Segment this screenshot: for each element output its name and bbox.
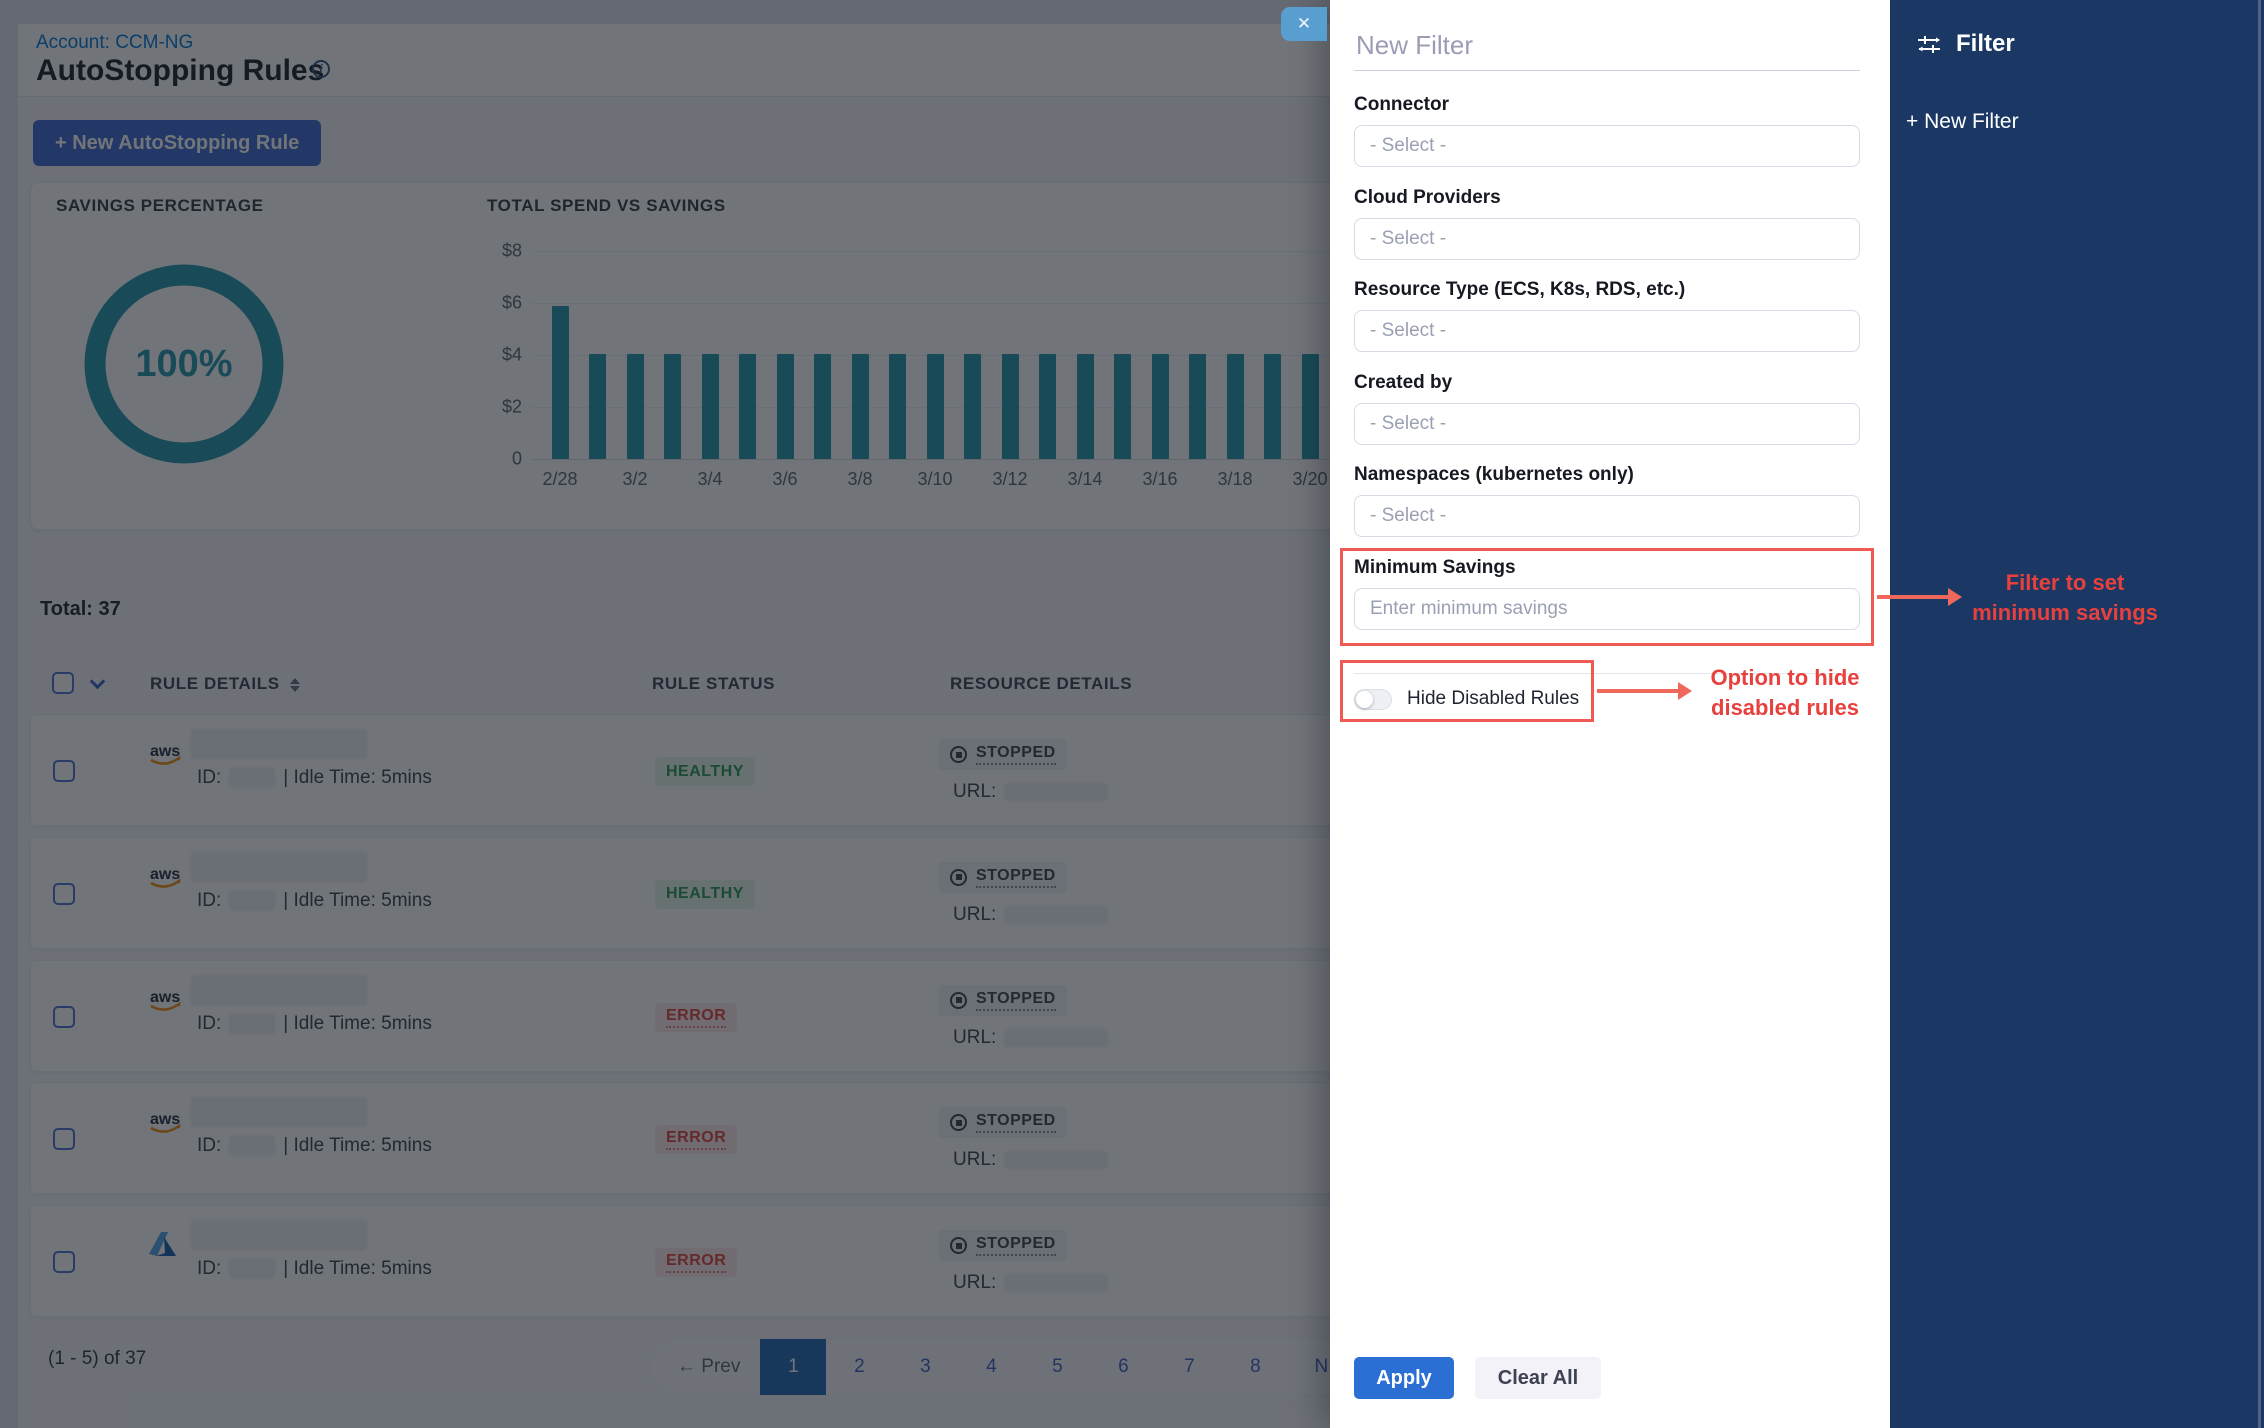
field-label: Cloud Providers [1354,187,1860,209]
select-input[interactable]: - Select - [1354,495,1860,537]
annotation-line: Option to hide [1693,663,1877,693]
select-input[interactable]: - Select - [1354,310,1860,352]
annotation-line: Filter to set [1950,568,2180,598]
annotation-arrow-minimum-savings [1877,595,1949,599]
filter-field-created-by: Created by - Select - [1354,372,1860,445]
filter-sliders-icon [1916,31,1943,58]
annotation-arrow-hide-disabled [1597,689,1679,693]
annotation-text-minimum-savings: Filter to set minimum savings [1950,568,2180,628]
annotation-line: disabled rules [1693,693,1877,723]
annotation-line: minimum savings [1950,598,2180,628]
filter-field-namespaces-kubernetes-only: Namespaces (kubernetes only) - Select - [1354,464,1860,537]
select-input[interactable]: - Select - [1354,125,1860,167]
autostopping-rules-page: Account: CCM-NG AutoStopping Rules i + N… [0,0,2264,1428]
annotation-box-minimum-savings [1340,548,1874,646]
filter-sidebar: Filter + New Filter [1890,0,2264,1428]
field-label: Resource Type (ECS, K8s, RDS, etc.) [1354,279,1860,301]
select-input[interactable]: - Select - [1354,218,1860,260]
filter-field-connector: Connector - Select - [1354,94,1860,167]
close-drawer-button[interactable]: ✕ [1281,7,1327,41]
filter-field-resource-type-ecs-k8s-rds-etc: Resource Type (ECS, K8s, RDS, etc.) - Sel… [1354,279,1860,352]
select-input[interactable]: - Select - [1354,403,1860,445]
sidebar-scrollbar[interactable] [2258,0,2261,1428]
apply-button[interactable]: Apply [1354,1357,1454,1399]
title-divider [1354,70,1860,71]
field-label: Namespaces (kubernetes only) [1354,464,1860,486]
filter-sidebar-header: Filter [1916,30,2015,58]
clear-all-button[interactable]: Clear All [1475,1357,1601,1399]
annotation-box-hide-disabled [1340,660,1594,722]
annotation-text-hide-disabled: Option to hide disabled rules [1693,663,1877,723]
sidebar-new-filter-button[interactable]: + New Filter [1906,110,2019,134]
annotation-arrowhead-hide-disabled [1678,682,1692,700]
filter-name-input[interactable]: New Filter [1356,30,1473,61]
sidebar-title: Filter [1956,30,2015,58]
modal-dim-overlay[interactable] [0,0,1330,1428]
filter-field-cloud-providers: Cloud Providers - Select - [1354,187,1860,260]
close-icon: ✕ [1297,14,1311,34]
field-label: Connector [1354,94,1860,116]
field-label: Created by [1354,372,1860,394]
